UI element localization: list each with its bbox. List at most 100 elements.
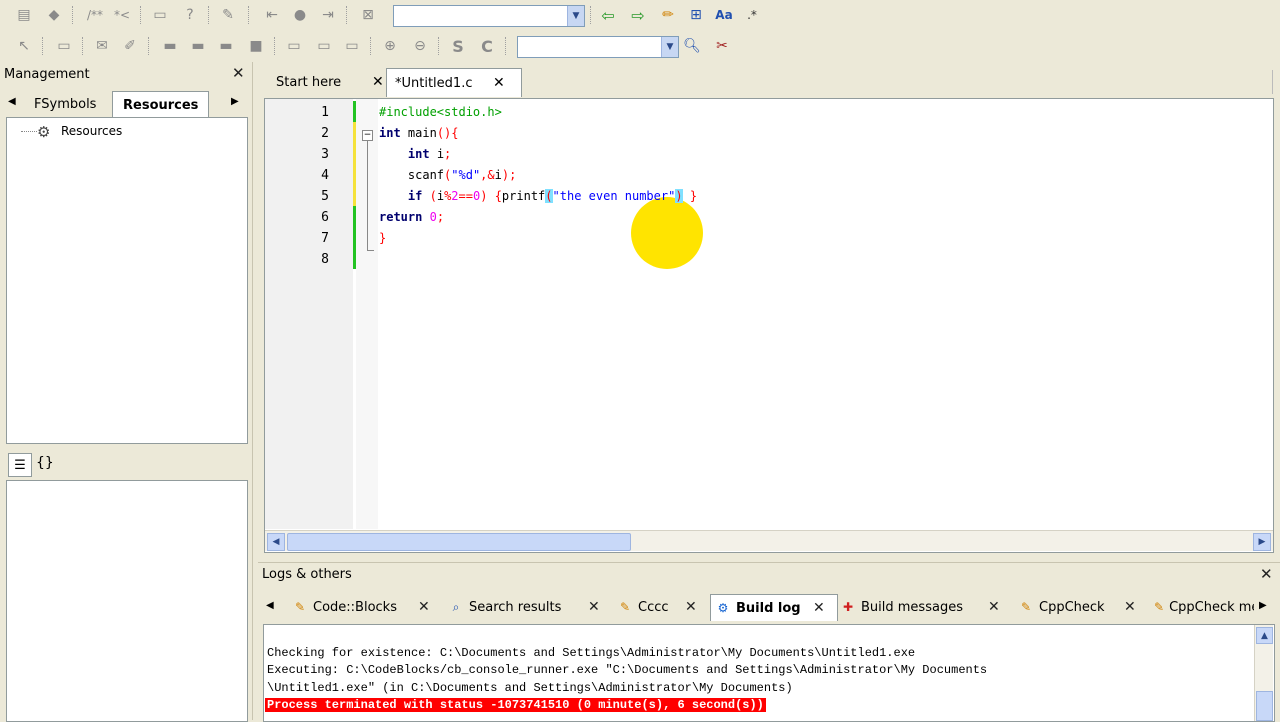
log-line: \Untitled1.exe" (in C:\Documents and Set… [267, 681, 793, 695]
code-text: #include<stdio.h> int main(){ int i; sca… [379, 103, 1269, 283]
code-editor[interactable]: 1 2 3 4 5 6 7 8 − #include<stdio.h> int … [264, 98, 1274, 553]
log-tab-scroll-right-icon[interactable]: ▶ [1259, 600, 1267, 611]
symbol-combo[interactable]: ▼ [517, 36, 679, 58]
build-icon[interactable]: ◆ [44, 5, 64, 25]
scroll-up-icon[interactable]: ▲ [1256, 627, 1273, 644]
close-icon[interactable]: ✕ [813, 600, 825, 616]
pointer-icon[interactable]: ↖ [14, 36, 34, 56]
log-tab-search-results[interactable]: ⌕ Search results ✕ [448, 596, 602, 618]
block-icon[interactable]: ▬ [160, 36, 180, 56]
close-icon[interactable]: ✕ [372, 74, 384, 90]
regex-icon[interactable]: .* [742, 5, 762, 25]
tab-label: Code::Blocks [313, 599, 397, 615]
arrow-right-icon[interactable]: ⇨ [628, 5, 648, 25]
gear-icon: ⚙ [717, 601, 729, 615]
vertical-scrollbar[interactable]: ▲ [1254, 625, 1273, 721]
list-icon[interactable]: ☰ [8, 453, 32, 477]
log-tab-build-log[interactable]: ⚙ Build log ✕ [710, 594, 838, 621]
frame-icon[interactable]: ▭ [284, 36, 304, 56]
mail-icon[interactable]: ✉ [92, 36, 112, 56]
close-icon[interactable]: ✕ [493, 75, 505, 91]
toolbar-separator [140, 6, 143, 24]
clear-icon[interactable]: ⊠ [358, 5, 378, 25]
comment-block-icon[interactable]: /** [84, 5, 106, 25]
log-tab-scroll-left-icon[interactable]: ◀ [266, 600, 274, 611]
wrench-icon[interactable]: ✎ [218, 5, 238, 25]
management-title: Management [4, 67, 90, 82]
rectangle-icon[interactable]: ▭ [54, 36, 74, 56]
step-forward-icon[interactable]: ⇥ [318, 5, 338, 25]
scroll-thumb[interactable] [1256, 691, 1273, 721]
editor-tab-edge [1272, 70, 1280, 94]
close-icon[interactable]: ✕ [988, 599, 1000, 615]
code-line-3: int i; [407, 147, 452, 161]
arrow-left-icon[interactable]: ⇦ [598, 5, 618, 25]
line-number: 8 [321, 252, 329, 267]
block-icon[interactable]: ▬ [216, 36, 236, 56]
symbol-toolbar: ☰ {} [6, 452, 246, 478]
edit-icon[interactable]: ✐ [120, 36, 140, 56]
code-line-1: #include<stdio.h> [379, 105, 502, 119]
tab-label: Build messages [861, 599, 963, 615]
fold-minus-icon[interactable]: − [362, 130, 373, 141]
tree-item-resources[interactable]: Resources [61, 124, 122, 138]
help-icon[interactable]: ? [180, 5, 200, 25]
log-tab-cccc[interactable]: ✎ Cccc ✕ [617, 596, 697, 618]
find-icon[interactable]: 🔍︎ [682, 36, 702, 56]
braces-icon[interactable]: {} [36, 455, 54, 471]
tab-untitled1[interactable]: *Untitled1.c ✕ [386, 68, 522, 97]
block-icon[interactable]: ▬ [188, 36, 208, 56]
log-tab-build-messages[interactable]: ✚ Build messages ✕ [840, 596, 1006, 618]
fold-line [367, 141, 368, 250]
c-icon[interactable]: C [477, 36, 497, 56]
close-icon[interactable]: ✕ [232, 64, 245, 82]
frame-icon[interactable]: ▭ [342, 36, 362, 56]
toolbar-separator [148, 37, 151, 55]
tab-start-here[interactable]: Start here ✕ [266, 70, 394, 94]
stack-icon[interactable]: ▤ [14, 5, 34, 25]
log-error-line: Process terminated with status -10737415… [265, 698, 766, 712]
tab-label: CppCheck me [1169, 599, 1254, 615]
toolbar-row-2: ↖ ▭ ✉ ✐ ▬ ▬ ▬ ■ ▭ ▭ ▭ ⊕ ⊖ S C ▼ 🔍︎ ✂ [0, 31, 1280, 61]
pin-icon: ✚ [842, 600, 854, 614]
log-tab-codeblocks[interactable]: ✎ Code::Blocks ✕ [292, 596, 432, 618]
toolbar-row-1: ▤ ◆ /** *< ▭ ? ✎ ⇤ ● ⇥ ⊠ ▼ ⇦ ⇨ ✏ ⊞ Aa .* [0, 0, 1280, 30]
frame-icon[interactable]: ▭ [314, 36, 334, 56]
toolbar-separator [208, 6, 211, 24]
close-icon[interactable]: ✕ [1124, 599, 1136, 615]
record-icon[interactable]: ● [290, 5, 310, 25]
zoom-out-icon[interactable]: ⊖ [410, 36, 430, 56]
tools-icon[interactable]: ✂ [712, 36, 732, 56]
tab-fsymbols[interactable]: FSymbols [26, 92, 104, 116]
code-line-7: } [379, 231, 387, 245]
scroll-right-icon[interactable]: ▶ [1253, 533, 1271, 551]
doc-icon[interactable]: ▭ [150, 5, 170, 25]
tab-resources[interactable]: Resources [112, 91, 210, 118]
tab-scroll-right-icon[interactable]: ▶ [231, 96, 239, 107]
scroll-left-icon[interactable]: ◀ [267, 533, 285, 551]
close-icon[interactable]: ✕ [588, 599, 600, 615]
log-tab-cppcheck-messages[interactable]: ✎ CppCheck me [1154, 596, 1254, 618]
chevron-down-icon[interactable]: ▼ [567, 6, 584, 26]
tab-label: Build log [736, 600, 801, 616]
line-number: 3 [321, 147, 329, 162]
zoom-in-icon[interactable]: ⊕ [380, 36, 400, 56]
square-icon[interactable]: ■ [246, 36, 266, 56]
close-icon[interactable]: ✕ [1260, 565, 1273, 583]
search-combo[interactable]: ▼ [393, 5, 585, 27]
search-icon: ⌕ [452, 599, 460, 614]
tab-scroll-left-icon[interactable]: ◀ [8, 96, 16, 107]
code-line-6: return 0; [379, 210, 445, 224]
s-icon[interactable]: S [448, 36, 468, 56]
log-tab-cppcheck[interactable]: ✎ CppCheck ✕ [1018, 596, 1142, 618]
uncomment-icon[interactable]: *< [112, 5, 132, 25]
highlight-icon[interactable]: ✏ [658, 5, 678, 25]
horizontal-scrollbar[interactable]: ◀ ▶ [265, 530, 1273, 551]
chevron-down-icon[interactable]: ▼ [661, 37, 678, 57]
step-back-icon[interactable]: ⇤ [262, 5, 282, 25]
scroll-thumb[interactable] [287, 533, 631, 551]
font-icon[interactable]: Aa [714, 5, 734, 25]
select-icon[interactable]: ⊞ [686, 5, 706, 25]
close-icon[interactable]: ✕ [418, 599, 430, 615]
close-icon[interactable]: ✕ [685, 599, 697, 615]
